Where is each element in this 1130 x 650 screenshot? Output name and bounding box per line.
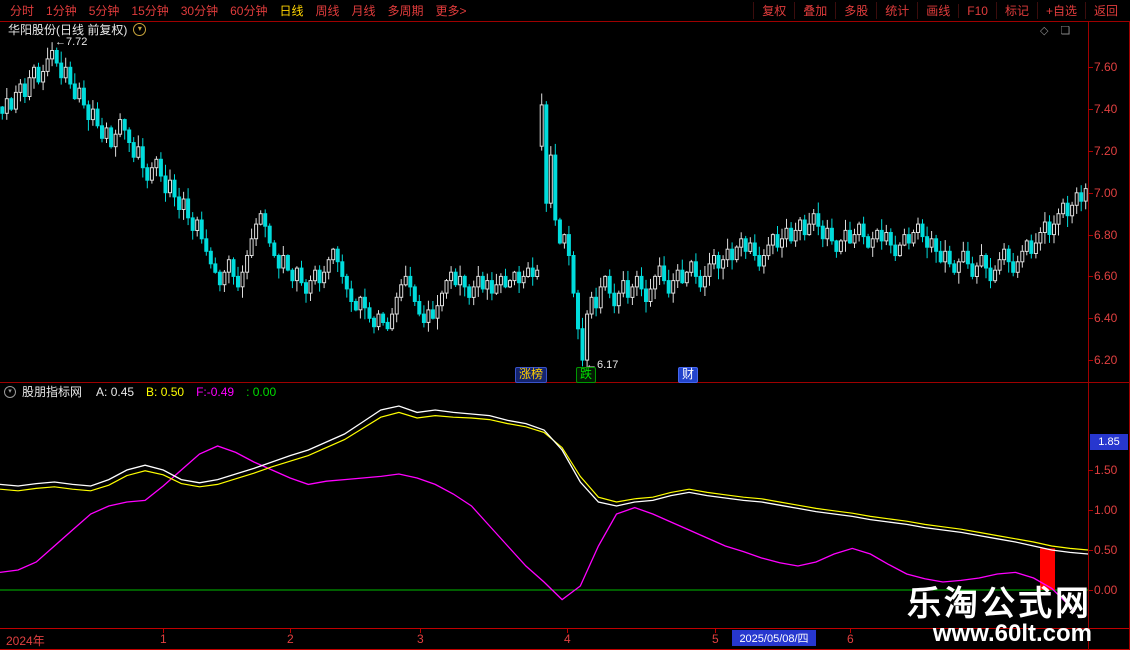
- indicator-value-1: B: 0.50: [146, 385, 184, 399]
- price-axis-tick: [1088, 360, 1093, 361]
- panel-divider-line: [0, 382, 1130, 383]
- menu-item-15分钟[interactable]: 15分钟: [125, 2, 174, 19]
- overlay-button-跌[interactable]: 跌: [576, 367, 596, 383]
- menu-item-60分钟[interactable]: 60分钟: [224, 2, 273, 19]
- menu-item-画线[interactable]: 画线: [917, 2, 958, 19]
- price-axis-tick: [1088, 276, 1093, 277]
- title-dropdown-icon[interactable]: ▾: [133, 23, 146, 36]
- price-axis-label: 6.80: [1094, 228, 1117, 242]
- menu-item-月线[interactable]: 月线: [346, 2, 382, 19]
- menu-divider-line: [0, 21, 1130, 22]
- indicator-value-2: F:-0.49: [196, 385, 234, 399]
- indicator-axis-label: 1.00: [1094, 503, 1117, 517]
- indicator-value-3: : 0.00: [246, 385, 276, 399]
- overlay-button-涨榜[interactable]: 涨榜: [515, 367, 547, 383]
- axis-separator-line: [1088, 22, 1089, 650]
- menu-item-日线[interactable]: 日线: [273, 2, 309, 19]
- xaxis-tick: [290, 629, 291, 633]
- price-axis-tick: [1088, 193, 1093, 194]
- menu-item-更多>[interactable]: 更多>: [430, 2, 473, 19]
- menu-item-1分钟[interactable]: 1分钟: [40, 2, 83, 19]
- xaxis-label-2024年: 2024年: [6, 632, 45, 649]
- indicator-axis-tick: [1088, 470, 1093, 471]
- high-price-annotation: ←7.72: [55, 36, 87, 48]
- xaxis-label-5: 5: [712, 632, 719, 646]
- indicator-axis-label: 0.50: [1094, 543, 1117, 557]
- watermark-line1: 乐淘公式网: [907, 588, 1092, 621]
- price-axis-label: 7.20: [1094, 144, 1117, 158]
- price-axis-tick: [1088, 151, 1093, 152]
- price-axis-label: 7.40: [1094, 102, 1117, 116]
- indicator-header: ▾ 股朋指标网 A: 0.45 B: 0.50 F:-0.49 : 0.00: [4, 384, 284, 399]
- top-menu-bar: 分时1分钟5分钟15分钟30分钟60分钟日线周线月线多周期更多> 复权叠加多股统…: [0, 0, 1130, 21]
- xaxis-label-1: 1: [160, 632, 167, 646]
- menu-item-多周期[interactable]: 多周期: [382, 2, 430, 19]
- watermark: 乐淘公式网 www.60lt.com: [907, 588, 1092, 646]
- indicator-axis-tick: [1088, 510, 1093, 511]
- chart-title-bar: 华阳股份(日线 前复权) ▾: [8, 22, 146, 37]
- xaxis-label-4: 4: [564, 632, 571, 646]
- menu-item-分时[interactable]: 分时: [4, 2, 40, 19]
- panel-icon[interactable]: ❏: [1060, 24, 1070, 37]
- indicator-name: 股朋指标网: [22, 383, 82, 400]
- price-axis-label: 6.60: [1094, 269, 1117, 283]
- price-axis-label: 6.40: [1094, 311, 1117, 325]
- menu-item-周线[interactable]: 周线: [309, 2, 345, 19]
- menu-item-5分钟[interactable]: 5分钟: [83, 2, 126, 19]
- menu-item-标记[interactable]: 标记: [996, 2, 1037, 19]
- watermark-line2: www.60lt.com: [907, 621, 1092, 646]
- xaxis-label-3: 3: [417, 632, 424, 646]
- price-axis-tick: [1088, 235, 1093, 236]
- xaxis-label-2: 2: [287, 632, 294, 646]
- price-axis-tick: [1088, 67, 1093, 68]
- menu-item-30分钟[interactable]: 30分钟: [175, 2, 224, 19]
- collapse-icon[interactable]: ▾: [4, 386, 16, 398]
- xaxis-tick: [715, 629, 716, 633]
- indicator-chart[interactable]: [0, 400, 1088, 612]
- menu-item-+自选[interactable]: +自选: [1037, 2, 1085, 19]
- main-candlestick-chart[interactable]: [0, 38, 1088, 381]
- xaxis-tick: [567, 629, 568, 633]
- xaxis-tick: [850, 629, 851, 633]
- xaxis-tick: [420, 629, 421, 633]
- indicator-axis-label: 0.00: [1094, 583, 1117, 597]
- price-axis-label: 7.00: [1094, 186, 1117, 200]
- date-highlight-box: 2025/05/08/四: [732, 630, 816, 646]
- indicator-axis-tick: [1088, 550, 1093, 551]
- indicator-value-0: A: 0.45: [96, 385, 134, 399]
- price-axis-label: 7.60: [1094, 60, 1117, 74]
- period-menu: 分时1分钟5分钟15分钟30分钟60分钟日线周线月线多周期更多>: [0, 2, 473, 19]
- menu-item-统计[interactable]: 统计: [876, 2, 917, 19]
- indicator-max-box: 1.85: [1090, 434, 1128, 450]
- xaxis-label-6: 6: [847, 632, 854, 646]
- trading-app-window: 分时1分钟5分钟15分钟30分钟60分钟日线周线月线多周期更多> 复权叠加多股统…: [0, 0, 1130, 650]
- menu-item-多股[interactable]: 多股: [835, 2, 876, 19]
- menu-item-叠加[interactable]: 叠加: [794, 2, 835, 19]
- tools-menu: 复权叠加多股统计画线F10标记+自选返回: [753, 2, 1130, 19]
- price-axis-tick: [1088, 318, 1093, 319]
- overlay-button-财[interactable]: 财: [678, 367, 698, 383]
- price-axis-tick: [1088, 109, 1093, 110]
- menu-item-F10[interactable]: F10: [958, 4, 996, 18]
- title-corner-icons: ◇ ❏: [1040, 24, 1070, 37]
- price-axis-label: 6.20: [1094, 353, 1117, 367]
- xaxis-tick: [163, 629, 164, 633]
- menu-item-复权[interactable]: 复权: [753, 2, 794, 19]
- menu-item-返回[interactable]: 返回: [1085, 2, 1126, 19]
- indicator-axis-label: 1.50: [1094, 463, 1117, 477]
- diamond-icon[interactable]: ◇: [1040, 24, 1048, 37]
